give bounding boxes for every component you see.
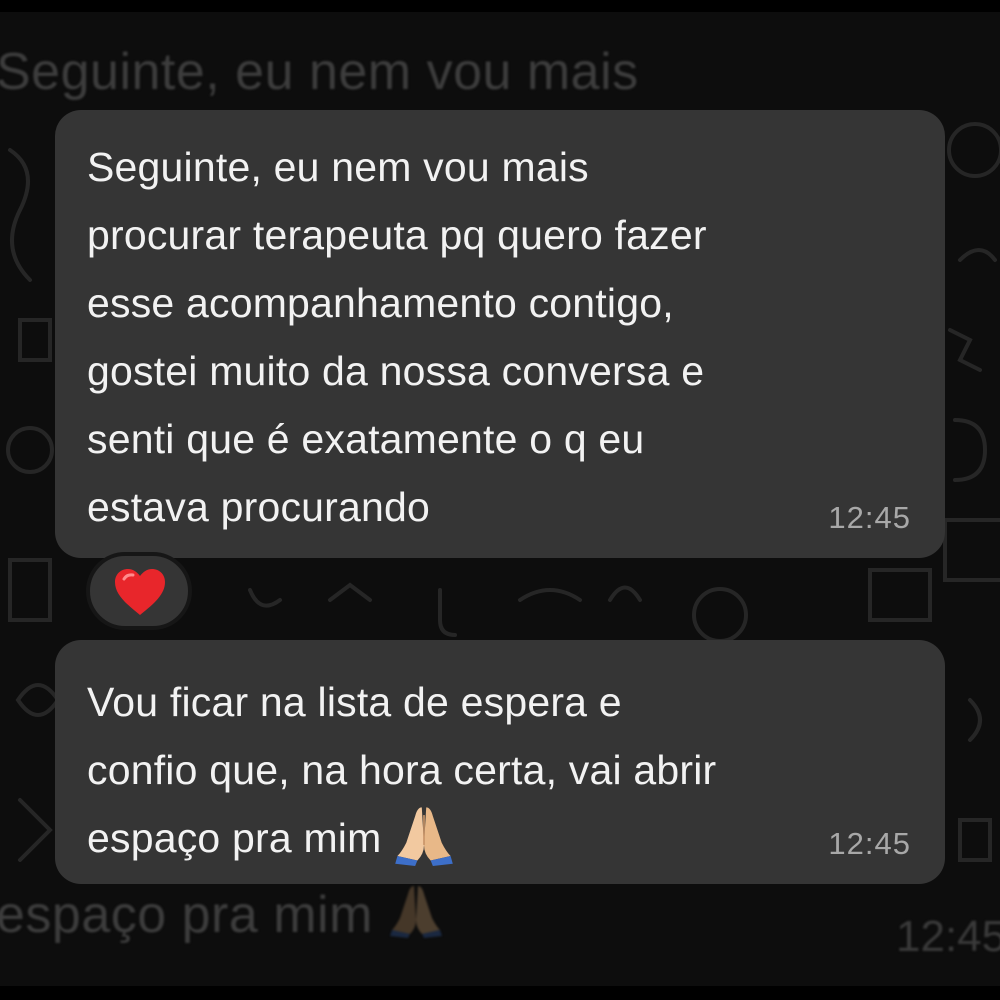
folded-hands-icon: [389, 886, 442, 938]
background-message-fragment-bottom: espaço pra mim: [0, 882, 444, 945]
bottom-dark-bar: [0, 986, 1000, 1000]
message-bubble-2[interactable]: Vou ficar na lista de espera e confio qu…: [55, 640, 945, 884]
message-bubble-1[interactable]: Seguinte, eu nem vou mais procurar terap…: [55, 110, 945, 558]
chat-screenshot: Seguinte, eu nem vou mais espaço pra mim…: [0, 0, 1000, 1000]
message-1-text: Seguinte, eu nem vou mais procurar terap…: [87, 144, 707, 530]
message-1-timestamp: 12:45: [828, 500, 911, 535]
background-fragment-text: espaço pra mim: [0, 886, 373, 944]
background-timestamp-fragment: 12:45: [896, 912, 1000, 961]
folded-hands-icon: [395, 807, 454, 866]
heart-icon: [115, 569, 165, 615]
message-2-text-block: Vou ficar na lista de espera e confio qu…: [55, 668, 716, 872]
message-2-timestamp: 12:45: [828, 826, 911, 861]
heart-reaction[interactable]: [86, 552, 192, 630]
